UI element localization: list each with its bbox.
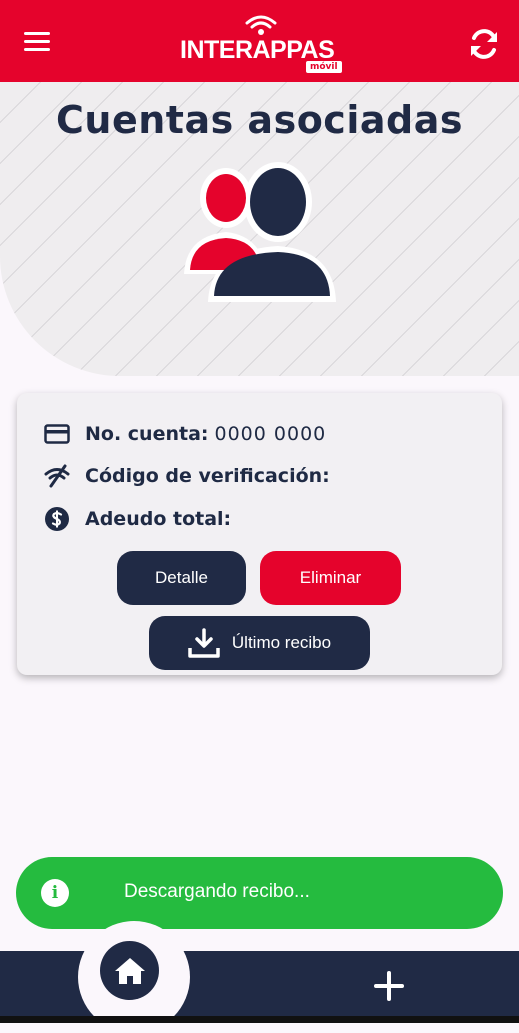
verification-code-row: Código de verificación: (43, 461, 336, 491)
delete-button[interactable]: Eliminar (260, 551, 401, 605)
detail-button[interactable]: Detalle (117, 551, 246, 605)
app-logo: INTERAPPAS móvil (180, 12, 342, 73)
wifi-logo-icon (245, 15, 277, 35)
account-number-label: No. cuenta: (85, 423, 209, 445)
account-number-value: 0000 0000 (214, 423, 327, 445)
info-icon: i (41, 879, 69, 907)
associated-users-icon (184, 162, 336, 302)
system-navigation-bar (0, 1016, 519, 1023)
app-header: INTERAPPAS móvil (0, 0, 519, 82)
menu-bar (24, 48, 50, 51)
last-receipt-label: Último recibo (231, 633, 332, 652)
total-debt-row: Adeudo total: (43, 504, 237, 534)
page-title: Cuentas asociadas (56, 98, 463, 142)
add-account-button[interactable] (372, 969, 406, 1003)
hamburger-menu-button[interactable] (24, 30, 52, 54)
refresh-button[interactable] (466, 26, 502, 62)
plus-icon (374, 971, 404, 1001)
total-debt-label: Adeudo total: (85, 508, 232, 530)
credit-card-icon (43, 420, 71, 448)
account-number-row: No. cuenta: 0000 0000 (43, 419, 326, 449)
download-toast: i Descargando recibo... (16, 857, 503, 929)
menu-bar (24, 32, 50, 35)
home-button[interactable] (100, 941, 159, 1000)
verification-code-label: Código de verificación: (85, 465, 330, 487)
download-icon (188, 628, 220, 658)
dollar-icon (43, 505, 71, 533)
toast-message: Descargando recibo... (124, 881, 310, 902)
account-card: No. cuenta: 0000 0000 Código de verifica… (17, 393, 502, 675)
refresh-icon (471, 29, 497, 59)
bottom-navigation (0, 921, 519, 1033)
home-icon (114, 957, 145, 984)
logo-subtitle: móvil (306, 61, 342, 73)
no-signal-icon (43, 462, 71, 490)
last-receipt-button[interactable]: Último recibo (149, 616, 370, 670)
menu-bar (24, 40, 50, 43)
